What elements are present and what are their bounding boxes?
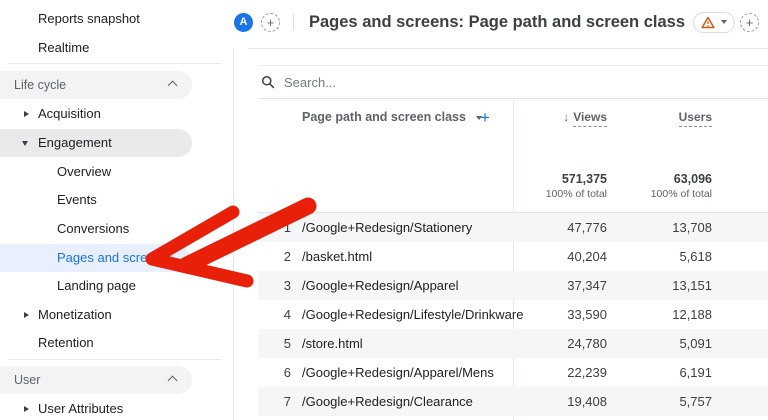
header-border: [248, 48, 768, 49]
sidebar-item-label: Acquisition: [38, 106, 101, 121]
page-path-cell: /Google+Redesign/Stationery: [302, 213, 472, 242]
table-body: 1 /Google+Redesign/Stationery 47,776 13,…: [258, 212, 768, 416]
sidebar-border: [233, 48, 234, 420]
sidebar-item-label: Engagement: [38, 135, 112, 150]
users-cell: 5,618: [588, 242, 712, 271]
views-column-header[interactable]: ↓ Views: [563, 100, 607, 135]
sidebar-section-label: Life cycle: [14, 78, 66, 92]
users-cell: 13,151: [588, 271, 712, 300]
row-index: 5: [258, 329, 291, 358]
sidebar-item-label: Retention: [38, 335, 94, 350]
table-header-row: Page path and screen class + ↓ Views User…: [258, 100, 768, 135]
totals-row: 571,375 100% of total 63,096 100% of tot…: [258, 135, 768, 212]
page-title: Pages and screens: Page path and screen …: [309, 13, 685, 32]
table-row[interactable]: 4 /Google+Redesign/Lifestyle/Drinkware 3…: [258, 300, 768, 329]
expand-arrow-icon: [24, 111, 29, 117]
add-report-button[interactable]: +: [740, 13, 759, 32]
page-path-cell: /Google+Redesign/Apparel: [302, 271, 458, 300]
add-comparison-button[interactable]: +: [261, 13, 280, 32]
users-column-label: Users: [679, 110, 712, 127]
row-index: 4: [258, 300, 291, 329]
sidebar-section-user[interactable]: User: [0, 366, 192, 394]
table-row[interactable]: 1 /Google+Redesign/Stationery 47,776 13,…: [258, 213, 768, 242]
page-path-cell: /Google+Redesign/Clearance: [302, 387, 473, 416]
users-cell: 5,091: [588, 329, 712, 358]
sidebar-item-label: Realtime: [38, 40, 89, 55]
add-secondary-dimension-button[interactable]: +: [480, 100, 490, 135]
sidebar-item-label: Reports snapshot: [38, 11, 140, 26]
sidebar-item-label: User Attributes: [38, 401, 123, 416]
header-divider: [293, 14, 294, 30]
expand-arrow-icon: [24, 312, 29, 318]
sidebar-item-engagement[interactable]: Engagement: [0, 129, 192, 157]
sidebar-item-overview[interactable]: Overview: [0, 158, 192, 186]
row-index: 7: [258, 387, 291, 416]
sidebar-section-label: User: [14, 373, 40, 387]
sidebar-item-conversions[interactable]: Conversions: [0, 215, 192, 243]
users-total: 63,096 100% of total: [651, 171, 712, 202]
sidebar-item-user-attributes[interactable]: User Attributes: [0, 395, 192, 420]
sidebar-item-realtime[interactable]: Realtime: [0, 34, 192, 62]
row-index: 1: [258, 213, 291, 242]
sidebar-divider: [8, 63, 222, 64]
warning-triangle-icon: [701, 16, 715, 29]
sidebar-item-acquisition[interactable]: Acquisition: [0, 100, 192, 128]
sidebar-item-label: Events: [57, 192, 97, 207]
sidebar-item-label: Pages and screens: [57, 250, 168, 265]
report-header: A + Pages and screens: Page path and scr…: [234, 0, 759, 44]
expand-arrow-icon: [24, 406, 29, 412]
users-total-percent: 100% of total: [651, 187, 712, 202]
comparison-avatar[interactable]: A: [234, 13, 253, 32]
sidebar-item-landing-page[interactable]: Landing page: [0, 272, 192, 300]
table-row[interactable]: 7 /Google+Redesign/Clearance 19,408 5,75…: [258, 387, 768, 416]
search-icon: [261, 75, 275, 89]
users-cell: 5,757: [588, 387, 712, 416]
sidebar-item-monetization[interactable]: Monetization: [0, 301, 192, 329]
sidebar-section-life-cycle[interactable]: Life cycle: [0, 71, 192, 99]
users-cell: 12,188: [588, 300, 712, 329]
row-index: 6: [258, 358, 291, 387]
views-total-percent: 100% of total: [546, 187, 607, 202]
users-total-value: 63,096: [651, 171, 712, 187]
sidebar-item-reports-snapshot[interactable]: Reports snapshot: [0, 5, 192, 33]
users-column-header[interactable]: Users: [679, 100, 712, 135]
page-path-cell: /basket.html: [302, 242, 372, 271]
sidebar-item-label: Conversions: [57, 221, 129, 236]
sidebar-item-label: Overview: [57, 164, 111, 179]
report-nav-sidebar: Reports snapshot Realtime Life cycle Acq…: [0, 0, 233, 420]
sort-descending-icon: ↓: [563, 110, 569, 124]
sidebar-item-label: Landing page: [57, 278, 136, 293]
table-search-bar: [258, 66, 768, 99]
sidebar-item-pages-and-screens[interactable]: Pages and screens: [0, 244, 190, 272]
table-row[interactable]: 2 /basket.html 40,204 5,618: [258, 242, 768, 271]
search-input[interactable]: [284, 75, 664, 90]
views-total: 571,375 100% of total: [546, 171, 607, 202]
row-index: 2: [258, 242, 291, 271]
sidebar-item-retention[interactable]: Retention: [0, 329, 192, 357]
users-cell: 13,708: [588, 213, 712, 242]
page-path-cell: /Google+Redesign/Apparel/Mens: [302, 358, 494, 387]
collapse-arrow-icon: [22, 141, 28, 146]
page-path-cell: /store.html: [302, 329, 363, 358]
chevron-up-icon: [168, 81, 178, 91]
sidebar-item-label: Monetization: [38, 307, 112, 322]
chevron-up-icon: [168, 376, 178, 386]
table-row[interactable]: 3 /Google+Redesign/Apparel 37,347 13,151: [258, 271, 768, 300]
dimension-label: Page path and screen class: [302, 110, 466, 124]
table-row[interactable]: 5 /store.html 24,780 5,091: [258, 329, 768, 358]
users-cell: 6,191: [588, 358, 712, 387]
sidebar-divider: [8, 359, 222, 360]
data-quality-button[interactable]: [693, 12, 735, 33]
row-index: 3: [258, 271, 291, 300]
sidebar-item-events[interactable]: Events: [0, 186, 192, 214]
views-column-label: Views: [573, 110, 607, 127]
views-total-value: 571,375: [546, 171, 607, 187]
dimension-dropdown[interactable]: Page path and screen class: [302, 100, 482, 135]
chevron-down-icon: [721, 20, 727, 24]
table-row[interactable]: 6 /Google+Redesign/Apparel/Mens 22,239 6…: [258, 358, 768, 387]
